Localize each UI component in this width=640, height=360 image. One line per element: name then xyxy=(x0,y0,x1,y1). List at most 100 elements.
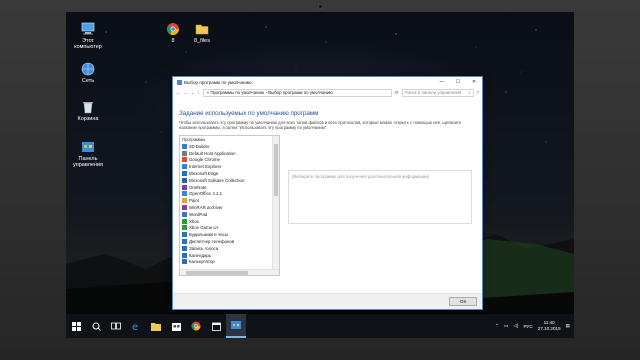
program-icon xyxy=(182,184,187,190)
up-button[interactable]: ↑ xyxy=(197,90,199,95)
svg-text:e: e xyxy=(132,322,138,331)
scrollbar-thumb[interactable] xyxy=(274,144,278,196)
ok-button[interactable]: ОК xyxy=(449,297,477,306)
program-name: 3D Builder xyxy=(189,143,210,149)
calendar-icon xyxy=(211,322,221,331)
recent-locations-button[interactable]: ⌄ xyxy=(191,90,195,96)
program-icon xyxy=(182,218,187,224)
program-list-item[interactable]: Диспетчер телефонов xyxy=(180,238,271,245)
network-icon[interactable]: ▭ xyxy=(504,323,508,329)
maximize-button[interactable]: ☐ xyxy=(450,77,466,87)
taskbar: e ⌃ ▭ ◁) РУС 11:40 27.10.2015 ▤ xyxy=(66,314,574,338)
program-list-item[interactable]: Internet Explorer xyxy=(180,163,271,170)
edge-icon: e xyxy=(132,322,138,331)
taskbar-control-panel[interactable] xyxy=(226,314,246,338)
action-center-icon[interactable]: ▤ xyxy=(566,323,570,329)
program-name: Календарь xyxy=(189,252,212,258)
chrome-icon xyxy=(191,321,201,331)
search-button[interactable] xyxy=(86,314,106,338)
minimize-button[interactable]: — xyxy=(434,77,450,87)
taskbar-chrome[interactable] xyxy=(186,314,206,338)
task-view-icon xyxy=(111,322,121,330)
program-list-item[interactable]: Google Chrome xyxy=(180,157,271,164)
program-list-item[interactable]: Будильники и часы xyxy=(180,231,271,238)
folder-icon xyxy=(151,322,161,331)
search-icon: ⌕ xyxy=(468,90,471,95)
desktop-icon-label: Корзина xyxy=(77,116,99,122)
back-button[interactable]: ← xyxy=(176,90,180,95)
volume-icon[interactable]: ◁) xyxy=(513,323,518,329)
program-icon xyxy=(182,157,187,163)
program-name: Будильники и часы xyxy=(189,232,228,238)
program-list-item[interactable]: WordPad xyxy=(180,211,271,218)
program-icon xyxy=(182,150,187,156)
program-list-item[interactable]: Microsoft Edge xyxy=(180,170,271,177)
program-icon xyxy=(182,232,187,238)
program-list-item[interactable]: Microsoft Solitaire Collection xyxy=(180,177,271,184)
program-list-item[interactable]: Калькулятор xyxy=(180,259,271,266)
monitor-bezel: Этот компьютер Сеть Корзина Панель управ… xyxy=(0,0,640,360)
program-list-item[interactable]: Paint xyxy=(180,197,271,204)
program-list-item[interactable]: OneNote xyxy=(180,184,271,191)
program-list-item[interactable]: Default Host Application xyxy=(180,150,271,157)
desktop: Этот компьютер Сеть Корзина Панель управ… xyxy=(66,12,574,338)
vertical-scrollbar[interactable] xyxy=(272,136,279,269)
start-button[interactable] xyxy=(66,314,86,338)
computer-icon xyxy=(80,22,96,36)
programs-list[interactable]: Программы 3D Builder Default Host Applica… xyxy=(179,135,280,276)
program-name: OneNote xyxy=(189,184,207,190)
programs-list-items: 3D Builder Default Host Application Google… xyxy=(180,143,271,265)
desktop-icon-label: Сеть xyxy=(81,78,95,84)
control-panel-icon xyxy=(231,321,241,329)
webcam xyxy=(318,4,323,9)
breadcrumb[interactable]: « Программы по умолчанию › Выбор програм… xyxy=(202,88,392,97)
program-list-item[interactable]: WinRAR archiver xyxy=(180,204,271,211)
program-list-item[interactable]: Запись голоса xyxy=(180,245,271,252)
desktop-icon-network[interactable]: Сеть xyxy=(68,62,108,84)
program-icon xyxy=(182,252,187,258)
desktop-icon-files-folder[interactable]: 8_files xyxy=(182,22,222,44)
taskbar-explorer[interactable] xyxy=(146,314,166,338)
network-icon xyxy=(80,62,96,76)
window-titlebar[interactable]: Выбор программ по умолчанию — ☐ ✕ xyxy=(173,77,482,87)
program-name: WinRAR archiver xyxy=(189,205,223,211)
desktop-icon-control-panel[interactable]: Панель управления xyxy=(68,140,108,168)
taskbar-calendar[interactable] xyxy=(206,314,226,338)
clock[interactable]: 11:40 27.10.2015 xyxy=(538,320,561,332)
program-name: OpenOffice 4.1.1 xyxy=(189,191,223,197)
program-info-placeholder: (Выберите программу для получения дополн… xyxy=(292,174,430,179)
language-indicator[interactable]: РУС xyxy=(523,324,532,329)
help-button[interactable]: ? xyxy=(477,90,479,95)
taskbar-edge[interactable]: e xyxy=(126,314,146,338)
program-list-item[interactable]: OpenOffice 4.1.1 xyxy=(180,191,271,198)
program-list-item[interactable]: Календарь xyxy=(180,252,271,259)
program-icon xyxy=(182,245,187,251)
address-bar: ← → ⌄ ↑ « Программы по умолчанию › Выбор… xyxy=(173,87,482,98)
close-button[interactable]: ✕ xyxy=(466,77,482,87)
program-name: Microsoft Solitaire Collection xyxy=(189,177,245,183)
show-hidden-icons-icon[interactable]: ⌃ xyxy=(495,323,499,329)
horizontal-scrollbar[interactable] xyxy=(180,269,279,275)
program-list-item[interactable]: Xbox xyxy=(180,218,271,225)
program-list-item[interactable]: 3D Builder xyxy=(180,143,271,150)
task-view-button[interactable] xyxy=(106,314,126,338)
chrome-icon xyxy=(165,22,181,36)
search-input[interactable]: Поиск в панели управления ⌕ xyxy=(401,88,474,97)
window-footer: ОК xyxy=(173,293,482,309)
program-name: Запись голоса xyxy=(189,245,219,251)
scrollbar-thumb[interactable] xyxy=(186,271,248,275)
desktop-icon-recycle-bin[interactable]: Корзина xyxy=(68,100,108,122)
program-icon xyxy=(182,143,187,149)
program-icon xyxy=(182,211,187,217)
forward-button[interactable]: → xyxy=(183,90,187,95)
window-title: Выбор программ по умолчанию xyxy=(184,79,252,85)
program-name: Xbox Game UI xyxy=(189,225,218,231)
recycle-bin-icon xyxy=(80,100,96,114)
page-description: Чтобы использовать эту программу по умол… xyxy=(179,120,462,131)
taskbar-store[interactable] xyxy=(166,314,186,338)
desktop-icon-this-pc[interactable]: Этот компьютер xyxy=(68,22,108,50)
program-list-item[interactable]: Xbox Game UI xyxy=(180,225,271,232)
desktop-icon-label: Этот компьютер xyxy=(74,38,102,50)
refresh-button[interactable]: ⟳ xyxy=(395,90,399,96)
program-name: Paint xyxy=(189,198,200,204)
